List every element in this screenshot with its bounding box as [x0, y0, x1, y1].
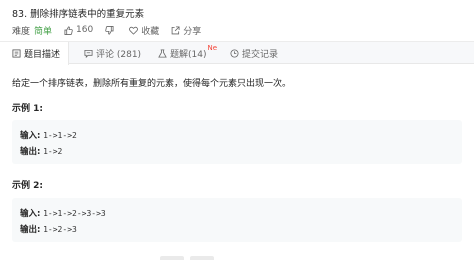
example-output: 输出: 1->2->3 [20, 223, 77, 235]
share-icon [171, 25, 180, 34]
example-code-block: 输入: 1->1->2->3->3 输出: 1->2->3 [12, 198, 462, 242]
problem-tabs: 题目描述 评论 (281) 题解(14) Ne 提交记录 [0, 42, 474, 65]
tab-solutions[interactable]: 题解(14) Ne [158, 42, 217, 64]
pager-button-prev[interactable] [160, 256, 184, 260]
difficulty-value: 简单 [34, 26, 53, 37]
input-label: 输入: [20, 209, 41, 219]
dislike-button[interactable] [105, 25, 117, 35]
example-title: 示例 1: [12, 104, 43, 114]
heart-icon [129, 26, 139, 35]
history-icon [230, 48, 239, 58]
problem-meta: 难度 简单 160 收藏 分享 [12, 24, 201, 37]
flask-icon [158, 48, 167, 58]
pager-button-next[interactable] [190, 256, 214, 260]
new-badge: Ne [207, 44, 218, 52]
share-label: 分享 [183, 26, 202, 37]
example-title: 示例 2: [12, 181, 43, 191]
difficulty-label: 难度 [12, 26, 31, 37]
favorite-label: 收藏 [141, 26, 160, 37]
thumbs-down-icon [105, 25, 114, 35]
favorite-button[interactable]: 收藏 [129, 24, 159, 37]
share-button[interactable]: 分享 [171, 24, 201, 37]
document-icon [12, 49, 21, 58]
output-label: 输出: [20, 147, 41, 157]
tab-comments[interactable]: 评论 (281) [84, 42, 141, 64]
input-value: 1->1->2 [43, 131, 77, 140]
example-code-block: 输入: 1->1->2 输出: 1->2 [12, 120, 462, 164]
example-input: 输入: 1->1->2->3->3 [20, 207, 106, 219]
output-value: 1->2->3 [43, 225, 77, 234]
tab-label: 题目描述 [24, 50, 61, 60]
problem-description: 给定一个排序链表，删除所有重复的元素，使得每个元素只出现一次。 [12, 79, 292, 89]
example-output: 输出: 1->2 [20, 145, 62, 157]
tab-label: 提交记录 [242, 49, 279, 60]
like-button[interactable]: 160 [64, 25, 93, 35]
tab-submissions[interactable]: 提交记录 [230, 42, 278, 64]
input-label: 输入: [20, 131, 41, 141]
example-input: 输入: 1->1->2 [20, 129, 77, 141]
output-value: 1->2 [43, 147, 63, 156]
tab-label: 评论 (281) [96, 49, 142, 60]
input-value: 1->1->2->3->3 [43, 209, 106, 218]
problem-title: 83. 删除排序链表中的重复元素 [12, 9, 145, 20]
tab-description[interactable]: 题目描述 [0, 42, 70, 65]
tab-label: 题解(14) [170, 49, 207, 60]
output-label: 输出: [20, 225, 41, 235]
comment-icon [84, 49, 93, 58]
problem-header: 83. 删除排序链表中的重复元素 难度 简单 160 收藏 分享 [0, 0, 474, 42]
like-count: 160 [76, 25, 94, 35]
thumbs-up-icon [64, 25, 73, 35]
